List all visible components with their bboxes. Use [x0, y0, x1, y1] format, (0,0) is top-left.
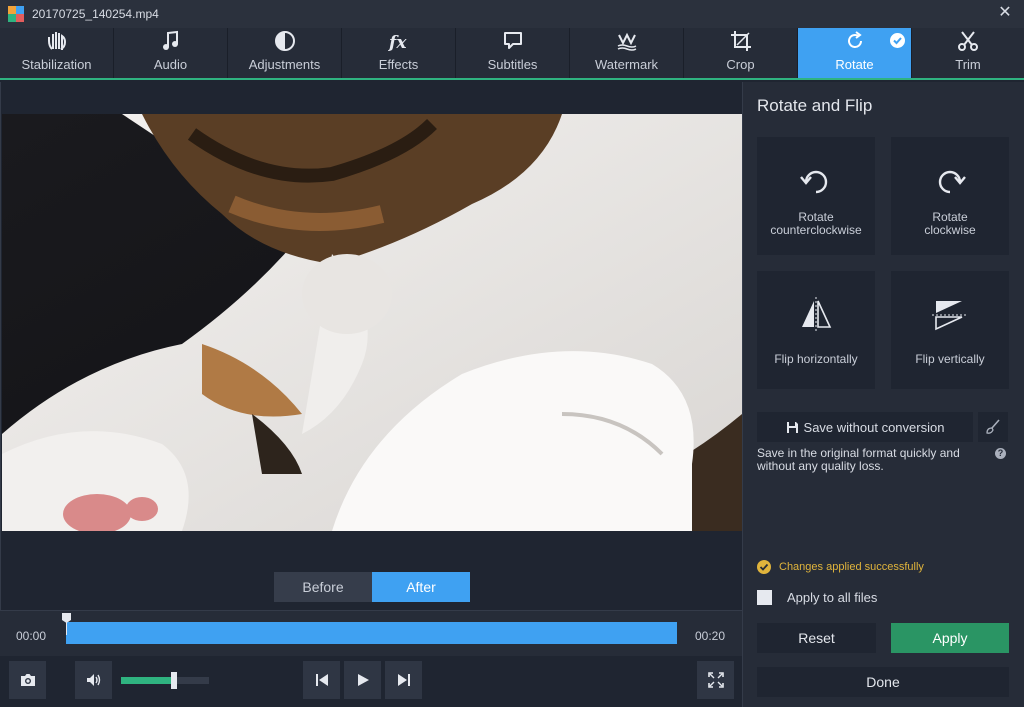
timeline-track[interactable] — [66, 622, 677, 644]
success-text: Changes applied successfully — [779, 561, 924, 573]
flip-vertically-button[interactable]: Flip vertically — [891, 271, 1009, 389]
tab-label: Adjustments — [248, 57, 321, 72]
volume-slider[interactable] — [121, 672, 209, 689]
tab-adjustments[interactable]: Adjustments — [228, 28, 342, 78]
snapshot-button[interactable] — [9, 661, 46, 699]
scissors-icon — [958, 31, 978, 51]
tool-label: counterclockwise — [770, 223, 862, 237]
tab-label: Rotate — [835, 57, 874, 72]
camera-icon — [20, 674, 35, 686]
flip-vertical-icon — [932, 301, 968, 331]
rotate-counterclockwise-button[interactable]: Rotate counterclockwise — [757, 137, 875, 255]
skip-back-icon — [315, 674, 328, 686]
success-message: Changes applied successfully — [757, 560, 924, 574]
svg-text:fx: fx — [388, 33, 407, 53]
watermark-icon — [617, 32, 636, 51]
tab-label: Effects — [378, 57, 419, 72]
brush-icon — [986, 419, 1000, 434]
tab-label: Watermark — [594, 57, 659, 72]
fx-icon: fx — [388, 33, 407, 53]
next-button[interactable] — [385, 661, 422, 699]
tab-rotate[interactable]: Rotate — [798, 28, 912, 78]
save-label: Save without conversion — [803, 419, 945, 435]
before-after-toggle: Before After — [274, 572, 470, 602]
tab-label: Stabilization — [21, 57, 92, 72]
save-note: Save in the original format quickly and … — [757, 447, 987, 473]
speech-bubble-icon — [503, 32, 522, 49]
tab-label: Audio — [153, 57, 188, 72]
contrast-icon — [274, 31, 295, 51]
save-without-conversion-button[interactable]: Save without conversion — [757, 412, 973, 442]
tab-trim[interactable]: Trim — [912, 28, 1024, 78]
skip-forward-icon — [397, 674, 410, 686]
rotate-ccw-icon — [800, 170, 828, 194]
preview-area — [0, 82, 742, 610]
volume-fill — [121, 677, 174, 684]
tool-tab-bar: Stabilization Audio Adjustments fx Effec… — [0, 28, 1024, 80]
music-note-icon — [162, 30, 178, 50]
crop-icon — [730, 31, 751, 51]
tab-audio[interactable]: Audio — [114, 28, 228, 78]
cat-photo — [2, 114, 742, 531]
hand-icon — [47, 32, 66, 50]
tab-label: Crop — [726, 57, 755, 72]
speaker-icon — [86, 674, 100, 686]
window-title: 20170725_140254.mp4 — [32, 7, 159, 21]
note-line: without any quality loss. — [757, 459, 884, 473]
play-button[interactable] — [344, 661, 381, 699]
tab-label: Subtitles — [487, 57, 538, 72]
title-bar: 20170725_140254.mp4 ✕ — [0, 0, 1024, 28]
apply-to-all-checkbox[interactable]: Apply to all files — [757, 590, 877, 605]
tab-stabilization[interactable]: Stabilization — [0, 28, 114, 78]
tab-effects[interactable]: fx Effects — [342, 28, 456, 78]
checkmark-icon — [757, 560, 771, 574]
reset-button[interactable]: Reset — [757, 623, 876, 653]
tool-label: Flip horizontally — [774, 352, 858, 366]
app-icon — [8, 6, 24, 22]
tab-subtitles[interactable]: Subtitles — [456, 28, 570, 78]
apply-all-label: Apply to all files — [787, 590, 878, 605]
rotate-icon — [847, 31, 862, 48]
tool-label: clockwise — [924, 223, 976, 237]
playhead-marker[interactable] — [62, 613, 71, 635]
timeline: 00:00 00:20 — [0, 610, 742, 656]
close-icon[interactable]: ✕ — [996, 4, 1014, 22]
fullscreen-icon — [707, 672, 724, 688]
checkbox[interactable] — [757, 590, 772, 605]
panel-title: Rotate and Flip — [757, 96, 873, 115]
fullscreen-button[interactable] — [697, 661, 734, 699]
tool-label: Flip vertically — [915, 352, 985, 366]
done-button[interactable]: Done — [757, 667, 1009, 697]
apply-button[interactable]: Apply — [891, 623, 1009, 653]
playback-controls — [0, 656, 742, 707]
rotate-clockwise-button[interactable]: Rotate clockwise — [891, 137, 1009, 255]
play-icon — [357, 674, 369, 686]
settings-brush-button[interactable] — [978, 412, 1008, 442]
start-time: 00:00 — [16, 629, 47, 643]
tab-label: Trim — [955, 57, 981, 72]
before-button[interactable]: Before — [274, 572, 372, 602]
floppy-disk-icon — [786, 421, 798, 433]
volume-knob[interactable] — [170, 672, 177, 689]
volume-button[interactable] — [75, 661, 112, 699]
after-button[interactable]: After — [372, 572, 470, 602]
flip-horizontal-icon — [802, 297, 832, 333]
flip-horizontally-button[interactable]: Flip horizontally — [757, 271, 875, 389]
tab-watermark[interactable]: Watermark — [570, 28, 684, 78]
previous-button[interactable] — [303, 661, 340, 699]
rotate-cw-icon — [938, 170, 966, 194]
checkmark-icon — [890, 33, 905, 48]
rotate-flip-panel: Rotate and Flip Rotate counterclockwise … — [742, 82, 1024, 707]
end-time: 00:20 — [695, 629, 726, 643]
help-icon[interactable]: ? — [995, 448, 1006, 459]
tab-crop[interactable]: Crop — [684, 28, 798, 78]
video-frame — [2, 114, 742, 531]
